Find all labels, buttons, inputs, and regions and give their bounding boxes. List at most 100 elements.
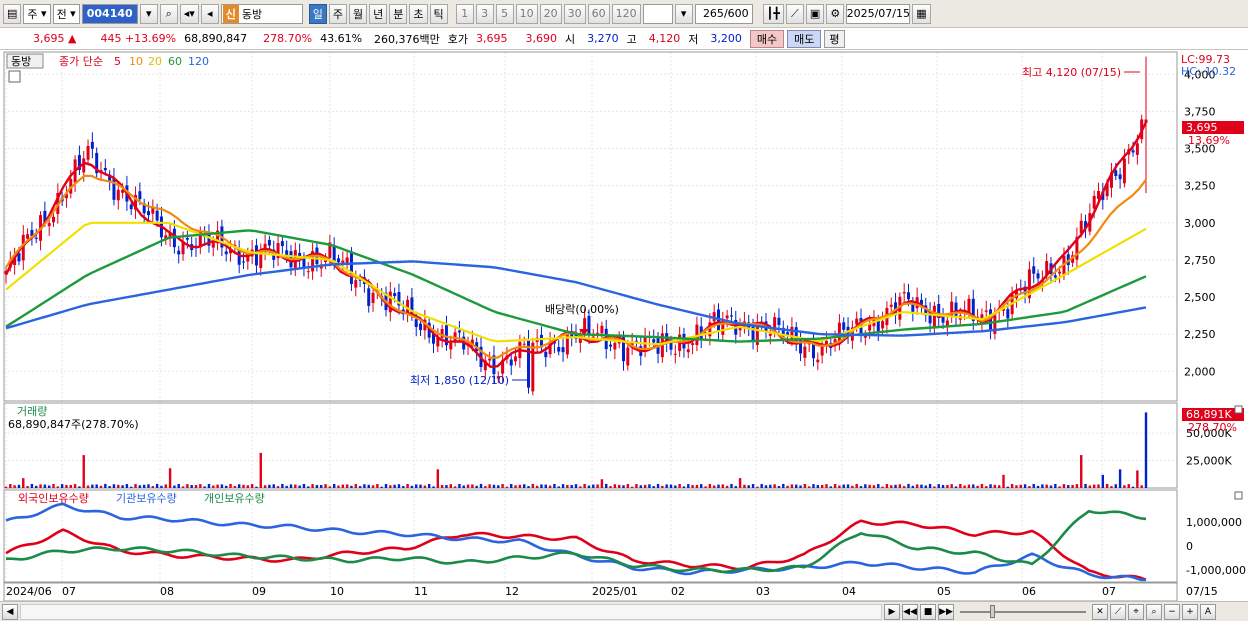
bid-price: 3,690 (525, 32, 558, 45)
volume-bar (237, 484, 241, 488)
font-size-icon[interactable]: A (1200, 603, 1216, 620)
interval-60-button[interactable]: 60 (587, 3, 610, 24)
code-dropdown-icon[interactable]: ▾ (139, 3, 158, 24)
draw-icon[interactable]: ⟋ (1110, 603, 1126, 620)
interval-120-button[interactable]: 120 (611, 3, 641, 24)
volume-bar (1131, 486, 1135, 488)
period-day-button[interactable]: 일 (308, 3, 327, 24)
calendar-icon[interactable]: ▦ (912, 3, 931, 24)
volume-bar (194, 485, 198, 488)
zoom-slider-handle[interactable] (990, 604, 995, 618)
volume-bar (160, 485, 163, 488)
volume-bar (859, 486, 863, 488)
volume-bar (566, 485, 569, 488)
volume-bar (760, 484, 763, 488)
average-button[interactable]: 평 (824, 29, 845, 48)
volume-bar (276, 486, 280, 488)
draw-line-icon[interactable]: ⟋ (785, 3, 804, 24)
sell-button[interactable]: 매도 (787, 29, 822, 48)
candle-body (47, 223, 51, 227)
volume-bar (976, 485, 979, 488)
volume-bar (95, 484, 98, 488)
stock-code-input[interactable]: 004140 (81, 3, 138, 24)
scope-select[interactable]: 전 ▾ (52, 3, 80, 24)
interval-dropdown-icon[interactable]: ▾ (674, 3, 693, 24)
measure-icon[interactable]: ⌖ (1128, 603, 1144, 620)
volume-bar (510, 484, 513, 488)
scroll-left-icon[interactable]: ◀ (2, 603, 18, 620)
period-tick-button[interactable]: 틱 (429, 3, 448, 24)
candle-body (116, 189, 120, 201)
buy-button[interactable]: 매수 (749, 29, 785, 48)
prev-stock-icon[interactable]: ◂ (200, 3, 219, 24)
save-icon[interactable]: ▣ (805, 3, 825, 24)
period-week-button[interactable]: 주 (328, 3, 348, 24)
zoom-icon[interactable]: ⌕ (1146, 603, 1162, 620)
scroll-track[interactable] (20, 603, 882, 620)
volume-bar (1019, 484, 1022, 488)
trade-amount: 260,376백만 (374, 32, 440, 46)
volume-bar (527, 486, 530, 488)
stop-icon[interactable]: ■ (920, 603, 936, 620)
low-annotation: 최저 1,850 (12/10) (410, 374, 509, 387)
date-input[interactable]: 2025/07/15 (846, 3, 911, 24)
cross-cursor-icon[interactable]: ✕ (1092, 603, 1108, 620)
interval-5-button[interactable]: 5 (495, 3, 514, 24)
interval-3-button[interactable]: 3 (475, 3, 494, 24)
period-year-button[interactable]: 년 (369, 3, 388, 24)
interval-10-button[interactable]: 10 (515, 3, 538, 24)
volume-bar (544, 484, 547, 488)
volume-bar (190, 485, 193, 488)
stock-name-field[interactable]: 신 동방 (220, 3, 303, 24)
volume-bar (199, 484, 202, 488)
volume-bar (1105, 483, 1109, 488)
volume-panel-close-icon[interactable] (1234, 405, 1243, 414)
gear-icon[interactable]: ⚙ (826, 3, 845, 24)
candle-body (1131, 150, 1135, 153)
chart-menu-icon[interactable]: ▤ (3, 3, 22, 24)
interval-1-button[interactable]: 1 (455, 3, 474, 24)
candle-body (1092, 195, 1096, 209)
period-month-button[interactable]: 월 (349, 3, 368, 24)
zoom-slider[interactable] (960, 604, 1086, 618)
market-select[interactable]: 주 ▾ (23, 3, 51, 24)
volume-bar (125, 484, 129, 488)
volume-bar (376, 484, 379, 488)
interval-20-button[interactable]: 20 (539, 3, 562, 24)
volume-bar (212, 485, 215, 488)
volume-bar (928, 483, 932, 488)
volume-bar (661, 485, 664, 488)
candle-body (185, 237, 189, 240)
volume-bar (108, 486, 111, 488)
stock-chart[interactable]: 2,0002,2502,5002,7503,0003,2503,5003,750… (0, 50, 1248, 602)
candle-body (1135, 143, 1139, 155)
scroll-right-icon[interactable]: ▶ (884, 603, 900, 620)
period-second-button[interactable]: 초 (409, 3, 428, 24)
volume-bar (985, 486, 988, 488)
speaker-icon[interactable]: ◂▾ (179, 3, 199, 24)
search-icon[interactable]: ⌕ (159, 3, 178, 24)
flow-panel-close-icon[interactable] (1234, 491, 1243, 500)
volume-bar (186, 484, 189, 488)
volume-bar (799, 485, 802, 488)
candle-type-icon[interactable]: ┃╋ (762, 3, 784, 24)
period-minute-button[interactable]: 분 (389, 3, 408, 24)
interval-30-button[interactable]: 30 (563, 3, 586, 24)
zoom-in-icon[interactable]: + (1182, 603, 1198, 620)
interval-custom-input[interactable] (642, 3, 673, 24)
volume-title: 거래량 (17, 405, 47, 418)
scroll-end-icon[interactable]: ▶▶ (938, 603, 954, 620)
volume-bar (147, 484, 150, 488)
candle-body (349, 253, 353, 284)
zoom-out-icon[interactable]: − (1164, 603, 1180, 620)
volume-bar (466, 484, 470, 488)
legend-grid-icon[interactable] (8, 70, 21, 83)
candle-body (86, 145, 90, 160)
volume-bar (320, 485, 323, 488)
candle-body (457, 330, 461, 333)
volume-bar (302, 483, 306, 488)
bar-count-field[interactable]: 265/600 (694, 3, 753, 24)
scroll-start-icon[interactable]: ◀◀ (902, 603, 918, 620)
candle-body (26, 234, 30, 239)
candle-body (488, 358, 492, 361)
